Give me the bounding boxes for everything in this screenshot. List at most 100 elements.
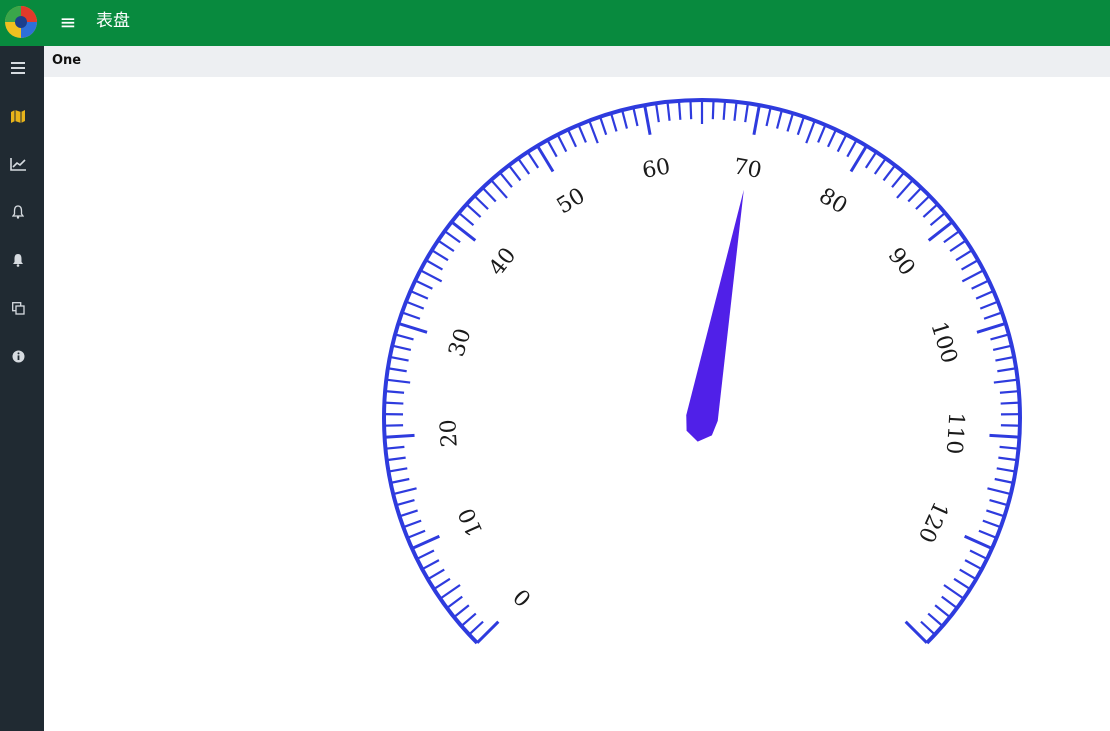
gauge-minor-tick [566,129,577,148]
gauge-minor-tick [997,367,1017,373]
gauge-minor-tick [433,577,451,590]
gauge-minor-tick [446,595,463,609]
gauge-minor-tick [481,187,497,203]
gauge-major-tick [643,104,652,135]
gauge-tick-label: 120 [913,498,953,547]
gauge-minor-tick [987,487,1012,496]
gauge-needle [686,189,744,442]
gauge-minor-tick [1000,401,1020,405]
gauge-minor-tick [836,134,848,153]
gauge-minor-tick [468,620,484,636]
gauge-minor-tick [943,230,960,244]
gauge-minor-tick [722,100,727,120]
gauge-minor-tick [386,378,411,384]
gauge-minor-tick [999,390,1019,394]
gauge-minor-tick [994,477,1014,484]
gauge-minor-tick [882,164,896,182]
gauge-minor-tick [978,529,997,539]
gauge-minor-tick [896,179,914,199]
gauge-minor-tick [385,445,405,450]
gauge-minor-tick [392,344,412,352]
gauge-minor-tick [975,289,994,300]
gauge-minor-tick [465,203,482,218]
gauge-minor-tick [929,212,946,227]
gauge-minor-tick [666,101,671,121]
gauge-minor-tick [410,289,429,300]
gauge-minor-tick [621,109,629,129]
gauge-minor-tick [390,477,410,484]
gauge-minor-tick [577,124,587,143]
gauge-minor-tick [891,171,905,188]
gauge-minor-tick [999,445,1019,450]
gauge-minor-tick [996,467,1016,473]
gauge-minor-tick [632,107,639,127]
gauge-minor-tick [817,124,827,143]
gauge-minor-tick [846,139,858,158]
gauge-minor-tick [389,355,409,362]
gauge-tick-label: 0 [509,583,537,611]
gauge-minor-tick [927,612,944,627]
gauge-tick-label: 40 [484,243,521,280]
gauge-minor-tick [995,355,1015,362]
gauge-minor-tick [873,157,887,175]
gauge-minor-tick [960,259,979,271]
gauge-minor-tick [998,456,1018,462]
gauge-minor-tick [392,487,417,496]
gauge-tick-label: 70 [732,154,764,184]
gauge-minor-tick [437,239,455,253]
gauge-major-tick [752,104,761,135]
gauge-minor-tick [405,300,425,310]
gauge-minor-tick [915,195,931,210]
gauge-tick-label: 20 [436,419,463,448]
gauge-minor-tick [959,568,977,581]
gauge-minor-tick [407,529,426,539]
gauge-tick-label: 10 [454,504,488,540]
gauge-major-tick [849,145,868,173]
gauge-major-tick [976,321,1007,334]
gauge-minor-tick [986,509,1005,518]
gauge-minor-tick [992,344,1012,352]
gauge-major-tick [384,433,415,439]
gauge-minor-tick [526,151,540,169]
speed-gauge: 0 10 20 30 40 50 60 70 80 90 100 110 120 [382,98,1022,645]
gauge-minor-tick [805,120,816,144]
gauge-minor-tick [425,259,444,271]
gauge-minor-tick [610,112,618,132]
gauge-minor-tick [599,116,608,136]
gauge-minor-tick [458,212,475,227]
gauge-tick-label: 30 [444,326,476,360]
gauge-tick-label: 50 [553,184,590,220]
gauge-minor-tick [689,100,693,120]
gauge-minor-tick [387,367,407,373]
gauge-minor-tick [401,311,421,320]
gauge-minor-tick [402,519,422,529]
gauge-tick-label: 80 [814,184,851,220]
gauge-minor-tick [971,279,990,290]
gauge-major-tick [536,145,555,173]
gauge-minor-tick [733,101,738,121]
gauge-minor-tick [431,249,449,262]
gauge-minor-tick [388,467,408,473]
gauge-minor-tick [385,390,405,394]
gauge-minor-tick [508,164,522,182]
gauge-minor-tick [419,269,443,283]
gauge-tick-label: 100 [925,319,961,367]
gauge-minor-tick [979,300,999,310]
gauge-minor-tick [427,568,445,581]
gauge-minor-tick [955,249,973,262]
gauge-minor-tick [949,239,967,253]
gauge-minor-tick [473,195,489,210]
gauge-minor-tick [439,584,461,600]
gauge-minor-tick [920,620,936,636]
gauge-minor-tick [922,203,939,218]
gauge-tick-label: 110 [941,412,968,455]
gauge-minor-tick [499,171,513,188]
gauge-minor-tick [490,179,508,199]
gauge-minor-tick [941,595,958,609]
gauge-minor-tick [864,151,878,169]
gauge-minor-tick [907,187,923,203]
gauge-minor-tick [989,498,1009,507]
gauge-minor-tick [384,401,404,405]
gauge-minor-tick [394,333,414,341]
gauge-minor-tick [399,509,418,518]
